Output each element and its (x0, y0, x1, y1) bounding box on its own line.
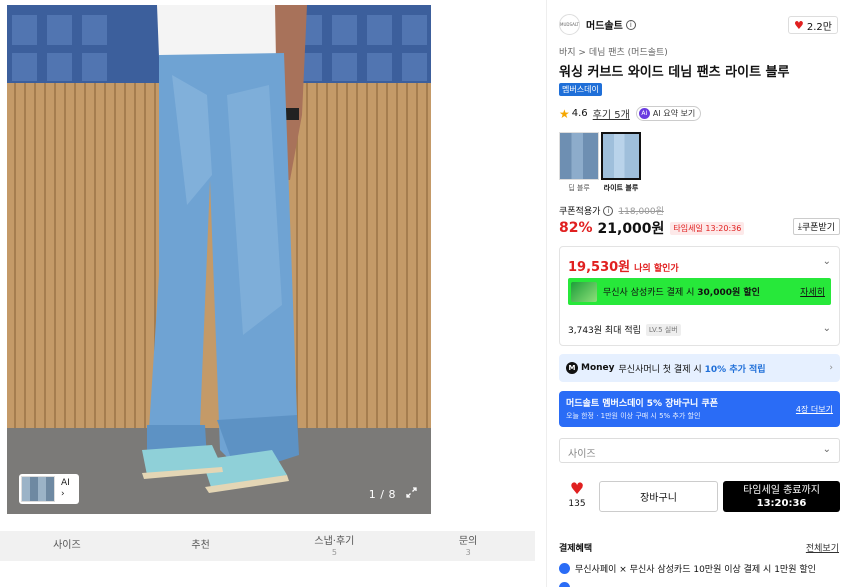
chevron-down-icon[interactable]: ⌄ (823, 256, 831, 267)
original-price: 118,000원 (618, 207, 664, 217)
color-option-label: 딥 블루 (568, 184, 590, 192)
tab-recommend[interactable]: 추천 (134, 531, 268, 561)
chevron-right-icon: › (61, 489, 65, 499)
promo-text: 무신사 삼성카드 결제 시 (603, 288, 698, 298)
info-icon[interactable]: i (625, 19, 636, 30)
thumbnail-preview (21, 476, 55, 502)
product-photo (7, 5, 431, 514)
ai-summary-button[interactable]: AI AI 요약 보기 (635, 106, 702, 121)
tab-label: 사이즈 (53, 540, 81, 551)
heart-icon: ♥ (569, 479, 585, 498)
members-coupon-sub: 오늘 한정 · 1만원 이상 구매 시 5% 추가 할인 (566, 412, 701, 420)
brand-like-count: 2.2만 (806, 21, 832, 33)
coupon-price-line: 쿠폰적용가 i 118,000원 (559, 204, 664, 217)
ai-summary-label: AI 요약 보기 (652, 109, 696, 118)
color-option-light-blue[interactable] (601, 132, 641, 180)
tab-snap-reviews[interactable]: 스냅·후기 5 (268, 531, 402, 561)
brand-name[interactable]: 머드솔트 (586, 17, 623, 32)
musinsa-pay-icon (559, 563, 570, 574)
musinsa-pay-icon (559, 582, 570, 587)
ai-thumbnail-chip[interactable]: AI › (19, 474, 79, 504)
tab-label: 스냅·후기 (314, 536, 355, 547)
price-row: 82% 21,000원 타임세일 13:20:36 (559, 218, 745, 238)
rating-value: 4.6 (571, 108, 588, 119)
product-title: 워싱 커브드 와이드 데님 팬츠 라이트 블루 (559, 65, 790, 80)
promo-detail-link[interactable]: 자세히 (800, 285, 825, 298)
my-price-label: 나의 할인가 (634, 264, 679, 274)
timesale-badge: 타임세일 13:20:36 (670, 221, 745, 235)
tab-size[interactable]: 사이즈 (0, 531, 134, 561)
payment-view-all-link[interactable]: 전체보기 (806, 541, 839, 554)
money-brand: Money (581, 363, 615, 373)
discount-rate: 82% (559, 220, 593, 236)
members-coupon-banner[interactable]: 머드솔트 멤버스데이 5% 장바구니 쿠폰 오늘 한정 · 1만원 이상 구매 … (559, 391, 840, 427)
heart-icon: ♥ (794, 18, 804, 32)
product-like-button[interactable]: ♥ 135 (565, 479, 589, 510)
tab-count: 3 (465, 548, 471, 557)
money-percent: 10% 추가 적립 (704, 364, 766, 375)
product-image[interactable]: AI › 1 / 8 (7, 5, 431, 514)
my-discount-price[interactable]: 19,530원 나의 할인가 (568, 256, 679, 275)
promo-amount: 30,000원 할인 (697, 288, 760, 298)
coupon-more-link[interactable]: 4장 더보기 (796, 404, 833, 415)
points-row[interactable]: 3,743원 최대 적립 LV.5 실버 (568, 323, 681, 336)
ai-label: AI (61, 478, 70, 488)
get-coupon-button[interactable]: ⤓ 쿠폰받기 (792, 218, 840, 235)
tab-label: 추천 (191, 540, 210, 551)
chevron-right-icon: › (829, 363, 833, 373)
max-points: 3,743원 최대 적립 (568, 326, 641, 336)
musinsa-money-banner[interactable]: M Money 무신사머니 첫 결제 시 10% 추가 적립 › (559, 354, 840, 382)
payment-benefit-text: 무신사페이 × 무신사 삼성카드 10만원 이상 결제 시 1만원 할인 (575, 565, 816, 575)
brand-logo: MUDSALT (559, 14, 580, 35)
detail-tabs: 사이즈 추천 스냅·후기 5 문의 3 (0, 531, 535, 561)
add-to-cart-button[interactable]: 장바구니 (599, 481, 718, 512)
coupon-price-label: 쿠폰적용가 (559, 207, 601, 217)
chevron-down-icon[interactable]: ⌄ (823, 323, 831, 334)
brand-row[interactable]: MUDSALT 머드솔트 i (559, 14, 636, 35)
buy-button-line1: 타임세일 종료까지 (743, 485, 820, 496)
image-counter: 1 / 8 (368, 488, 396, 501)
payment-benefit-item: 무신사페이 × 무신사 삼성카드 10만원 이상 결제 시 1만원 할인 (559, 562, 816, 575)
chevron-down-icon: ⌄ (822, 444, 831, 455)
size-select-placeholder: 사이즈 (568, 449, 596, 460)
rating-row: ★ 4.6 후기 5개 AI AI 요약 보기 (559, 106, 702, 121)
members-coupon-title: 머드솔트 멤버스데이 5% 장바구니 쿠폰 (566, 399, 719, 409)
level-badge: LV.5 실버 (645, 323, 681, 336)
tab-inquiry[interactable]: 문의 3 (401, 531, 535, 561)
product-like-count: 135 (568, 499, 586, 509)
info-icon[interactable]: i (603, 205, 614, 216)
payment-benefit-title: 결제혜택 (559, 544, 593, 554)
card-icon (571, 281, 597, 302)
star-icon: ★ (559, 106, 570, 121)
color-option-deep-blue[interactable] (559, 132, 599, 180)
money-logo-icon: M (566, 362, 578, 374)
sale-price: 21,000원 (597, 221, 665, 237)
my-price-value: 19,530원 (568, 260, 631, 275)
members-day-badge: 멤버스데이 (559, 83, 602, 96)
brand-like-button[interactable]: ♥ 2.2만 (788, 16, 838, 34)
get-coupon-label: 쿠폰받기 (801, 223, 835, 233)
size-select[interactable]: 사이즈 ⌄ (559, 438, 840, 463)
expand-icon[interactable] (406, 487, 419, 500)
money-text: 무신사머니 첫 결제 시 (618, 364, 702, 375)
tab-label: 문의 (458, 536, 478, 547)
product-info-panel: MUDSALT 머드솔트 i ♥ 2.2만 바지 > 데님 팬츠 (머드솔트) … (546, 0, 850, 587)
review-link[interactable]: 후기 5개 (593, 106, 630, 121)
buy-button-timer: 13:20:36 (756, 498, 807, 509)
benefit-box: 19,530원 나의 할인가 ⌄ 무신사 삼성카드 결제 시 30,000원 할… (559, 246, 840, 346)
breadcrumb[interactable]: 바지 > 데님 팬츠 (머드솔트) (559, 45, 668, 58)
timesale-buy-button[interactable]: 타임세일 종료까지 13:20:36 (723, 481, 840, 512)
tab-count: 5 (331, 548, 337, 557)
color-option-label: 라이트 블루 (603, 184, 639, 192)
ai-icon: AI (638, 108, 650, 119)
card-promo-banner[interactable]: 무신사 삼성카드 결제 시 30,000원 할인 자세히 (568, 278, 831, 305)
